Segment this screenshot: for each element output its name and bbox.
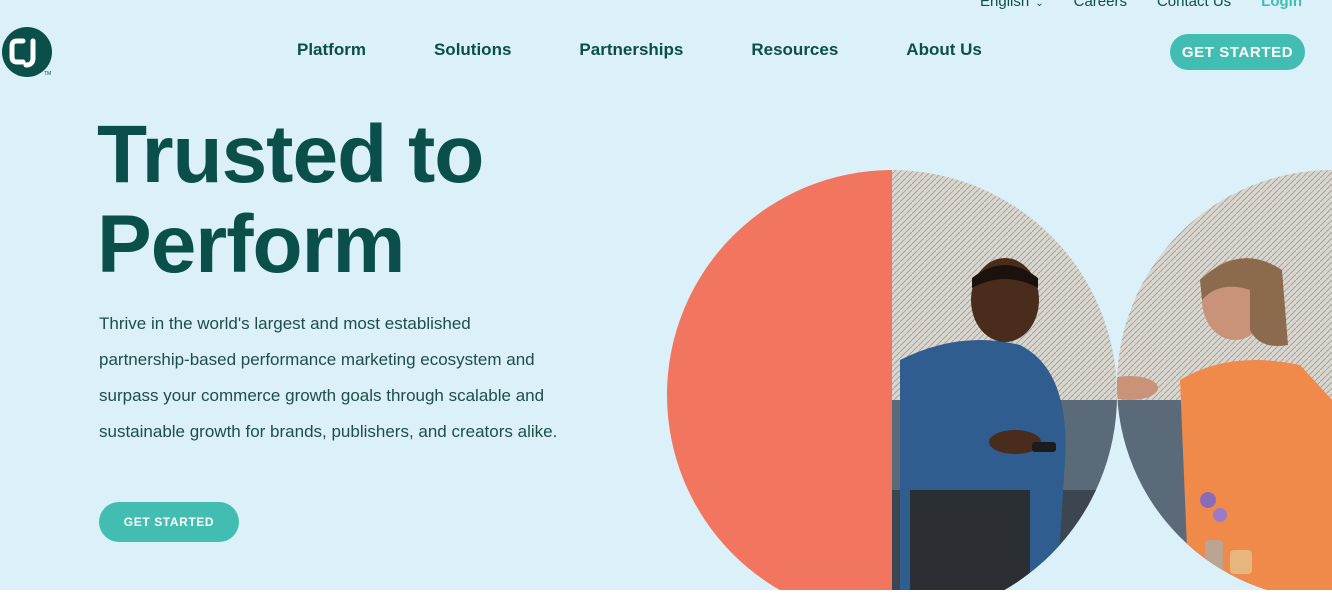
coral-half-circle [667,170,892,590]
utility-nav: English ⌄ Careers Contact Us Login [980,0,1302,10]
hero-section: English ⌄ Careers Contact Us Login TM Pla… [0,0,1332,590]
nav-platform[interactable]: Platform [297,40,366,60]
contact-link[interactable]: Contact Us [1157,0,1231,10]
photo-woman [1117,170,1332,590]
headline-line-2: Perform [97,199,405,290]
language-label: English [980,0,1030,10]
careers-link[interactable]: Careers [1074,0,1127,10]
svg-text:TM: TM [44,71,51,77]
nav-about-us[interactable]: About Us [906,40,982,60]
hero-description: Thrive in the world's largest and most e… [99,314,558,441]
header-get-started-button[interactable]: GET STARTED [1170,34,1305,70]
bottom-strip [0,590,1332,606]
login-link[interactable]: Login [1261,0,1302,10]
photo-man [892,170,1117,590]
hero-illustration [667,170,1332,590]
nav-solutions[interactable]: Solutions [434,40,511,60]
main-nav: Platform Solutions Partnerships Resource… [297,40,982,60]
nav-resources[interactable]: Resources [751,40,838,60]
headline-line-1: Trusted to [97,109,484,200]
hero-get-started-button[interactable]: GET STARTED [99,502,239,542]
chevron-down-icon: ⌄ [1035,0,1044,9]
cj-logo-icon[interactable]: TM [2,27,52,77]
language-selector[interactable]: English ⌄ [980,0,1044,10]
hero-headline: Trusted to Perform [97,109,484,290]
nav-partnerships[interactable]: Partnerships [579,40,683,60]
